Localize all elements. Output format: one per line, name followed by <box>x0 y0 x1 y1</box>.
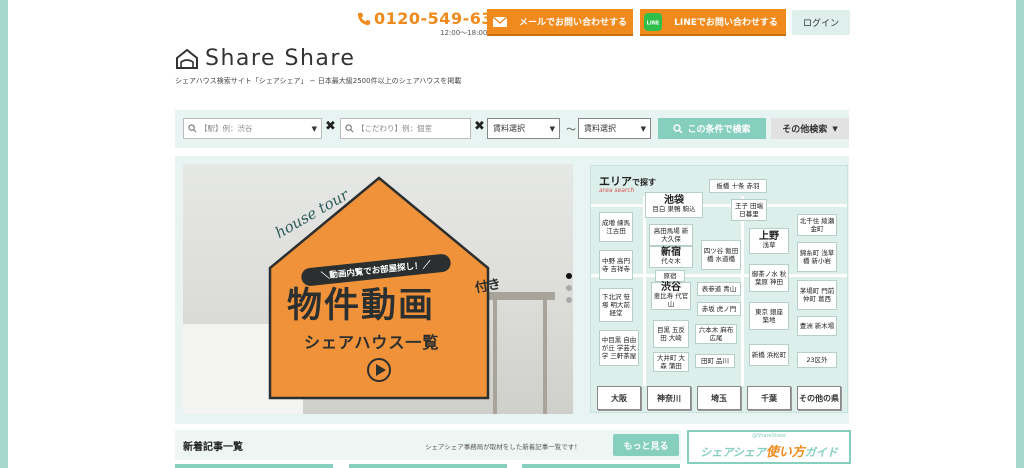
banner-subtitle: シェアハウス一覧 <box>304 333 440 352</box>
guide-text: シェアシェア使い方ガイド <box>700 445 838 460</box>
region-kanagawa[interactable]: 神奈川 <box>647 386 691 410</box>
area-station[interactable]: 新宿 代々木 <box>649 246 693 268</box>
news-header: 新着記事一覧 シェアシェア事務局が取材をした新着記事一覧です！ もっと見る <box>175 430 681 460</box>
station-placeholder: 【駅】例：渋谷 <box>200 124 253 133</box>
house-logo-icon <box>176 48 198 69</box>
area-station[interactable]: 赤坂 虎ノ門 <box>697 302 741 316</box>
area-station[interactable]: 茅場町 門前仲町 葛西 <box>797 280 837 310</box>
rent-max-select[interactable]: 賃料選択 ▼ <box>578 118 651 139</box>
area-station[interactable]: 大井町 大森 蒲田 <box>653 352 689 372</box>
line-icon: LINE <box>640 9 666 34</box>
station-search-input[interactable]: 【駅】例：渋谷 ▼ <box>183 118 322 139</box>
search-submit-label: この条件で検索 <box>687 125 751 135</box>
logo[interactable]: Share Share <box>175 46 355 71</box>
area-station[interactable]: 23区外 <box>797 352 837 368</box>
area-station[interactable]: 北千住 綾瀬 金町 <box>797 214 837 236</box>
carousel-dot-1[interactable] <box>566 273 572 279</box>
times-icon: ✖ <box>474 119 485 134</box>
chevron-down-icon: ▼ <box>640 124 646 133</box>
region-chiba[interactable]: 千葉 <box>747 386 791 410</box>
times-icon: ✖ <box>325 119 336 134</box>
line-contact-label: LINEでお問い合わせする <box>674 18 778 28</box>
area-station[interactable]: 池袋 目白 巣鴨 駒込 <box>645 192 703 218</box>
article-card[interactable] <box>349 464 507 468</box>
carousel-dot-2[interactable] <box>566 285 572 291</box>
area-station[interactable]: 御茶ノ水 秋葉原 神田 <box>749 264 789 292</box>
region-saitama[interactable]: 埼玉 <box>697 386 741 410</box>
kodawari-placeholder: 【こだわり】例：個室 <box>357 124 432 133</box>
area-station[interactable]: 東京 銀座 築地 <box>749 302 789 330</box>
area-station[interactable]: 下北沢 笹塚 明大前 経堂 <box>599 288 633 322</box>
other-search-label: その他検索 <box>782 125 828 135</box>
line-contact-button[interactable]: LINE LINEでお問い合わせする <box>640 9 786 36</box>
search-icon <box>345 124 354 133</box>
area-subtitle: area search <box>599 187 635 194</box>
search-bar: 【駅】例：渋谷 ▼ ✖ 【こだわり】例：個室 ✖ 賃料選択 ▼ 〜 賃料選択 ▼… <box>175 110 849 148</box>
other-search-button[interactable]: その他検索 ▼ <box>771 118 849 139</box>
usage-guide-banner[interactable]: @ShareShare シェアシェア使い方ガイド <box>687 430 851 464</box>
more-button[interactable]: もっと見る <box>613 434 679 456</box>
search-icon <box>673 123 683 133</box>
area-station[interactable]: 成増 練馬 江古田 <box>599 212 633 242</box>
rent-min-value: 賃料選択 <box>493 124 525 133</box>
area-station[interactable]: 錦糸町 浅草橋 新小岩 <box>797 242 837 272</box>
line-badge: LINE <box>647 20 660 26</box>
search-icon <box>188 124 197 133</box>
news-description: シェアシェア事務局が取材をした新着記事一覧です！ <box>425 443 581 451</box>
guide-small: @ShareShare <box>752 433 786 439</box>
kodawari-search-input[interactable]: 【こだわり】例：個室 <box>340 118 471 139</box>
chevron-down-icon: ▼ <box>549 124 555 133</box>
area-station[interactable]: 上野 浅草 <box>749 228 789 254</box>
area-station[interactable]: 四ツ谷 飯田橋 水道橋 <box>701 240 741 270</box>
area-station[interactable]: 原宿 <box>655 270 685 282</box>
area-station[interactable]: 田町 品川 <box>695 354 735 368</box>
carousel-dot-3[interactable] <box>566 297 572 303</box>
range-tilde: 〜 <box>566 125 576 136</box>
page: 0120-549-639 12:00〜18:00 メールでお問い合わせする LI… <box>8 0 1016 468</box>
business-hours: 12:00〜18:00 <box>440 29 488 37</box>
region-buttons: 大阪 神奈川 埼玉 千葉 その他の県 <box>591 386 847 412</box>
article-card[interactable] <box>522 464 680 468</box>
phone-icon <box>357 12 371 25</box>
chevron-down-icon: ▼ <box>832 124 838 133</box>
rent-min-select[interactable]: 賃料選択 ▼ <box>487 118 560 139</box>
region-osaka[interactable]: 大阪 <box>597 386 641 410</box>
hero-section: house tour ＼動画内覧でお部屋探し！／ 物件動画 付き シェアハウス一… <box>175 156 849 424</box>
article-card[interactable] <box>175 464 333 468</box>
phone-number[interactable]: 0120-549-639 <box>357 9 505 28</box>
region-other[interactable]: その他の県 <box>797 386 841 410</box>
mail-contact-label: メールでお問い合わせする <box>518 18 627 28</box>
promo-banner[interactable]: house tour ＼動画内覧でお部屋探し！／ 物件動画 付き シェアハウス一… <box>183 164 573 414</box>
area-station[interactable]: 豊洲 新木場 <box>797 316 837 336</box>
search-submit-button[interactable]: この条件で検索 <box>658 118 766 139</box>
chevron-down-icon: ▼ <box>311 124 317 133</box>
mail-contact-button[interactable]: メールでお問い合わせする <box>487 9 633 36</box>
rent-max-value: 賃料選択 <box>584 124 616 133</box>
area-station[interactable]: 渋谷 恵比寿 代官山 <box>651 282 691 310</box>
logo-text: Share Share <box>205 46 356 71</box>
area-map: エリアで探す area search 板橋 十条 赤羽 池袋 目白 巣鴨 駒込 王… <box>590 165 848 413</box>
table-illustration <box>485 292 555 300</box>
tagline: シェアハウス検索サイト「シェアシェア」 − 日本最大級2500件以上のシェアハウ… <box>175 77 462 85</box>
area-station[interactable]: 板橋 十条 赤羽 <box>709 179 767 193</box>
area-station[interactable]: 高田馬場 新大久保 <box>649 224 693 246</box>
area-station[interactable]: 新橋 浜松町 <box>749 344 789 366</box>
area-station[interactable]: 表参道 青山 <box>697 282 741 296</box>
news-title: 新着記事一覧 <box>183 442 243 453</box>
login-button[interactable]: ログイン <box>792 10 850 35</box>
area-station[interactable]: 中目黒 自由が丘 学芸大学 三軒茶屋 <box>599 330 639 366</box>
area-station[interactable]: 王子 田端 日暮里 <box>731 199 767 221</box>
phone-text[interactable]: 0120-549-639 <box>374 9 505 28</box>
play-icon[interactable] <box>367 358 391 382</box>
area-station[interactable]: 六本木 麻布 広尾 <box>695 324 737 344</box>
area-station[interactable]: 目黒 五反田 大崎 <box>653 320 689 348</box>
banner-title: 物件動画 <box>287 286 436 326</box>
mail-icon <box>487 9 513 34</box>
area-station[interactable]: 中野 高円寺 吉祥寺 <box>599 250 633 280</box>
